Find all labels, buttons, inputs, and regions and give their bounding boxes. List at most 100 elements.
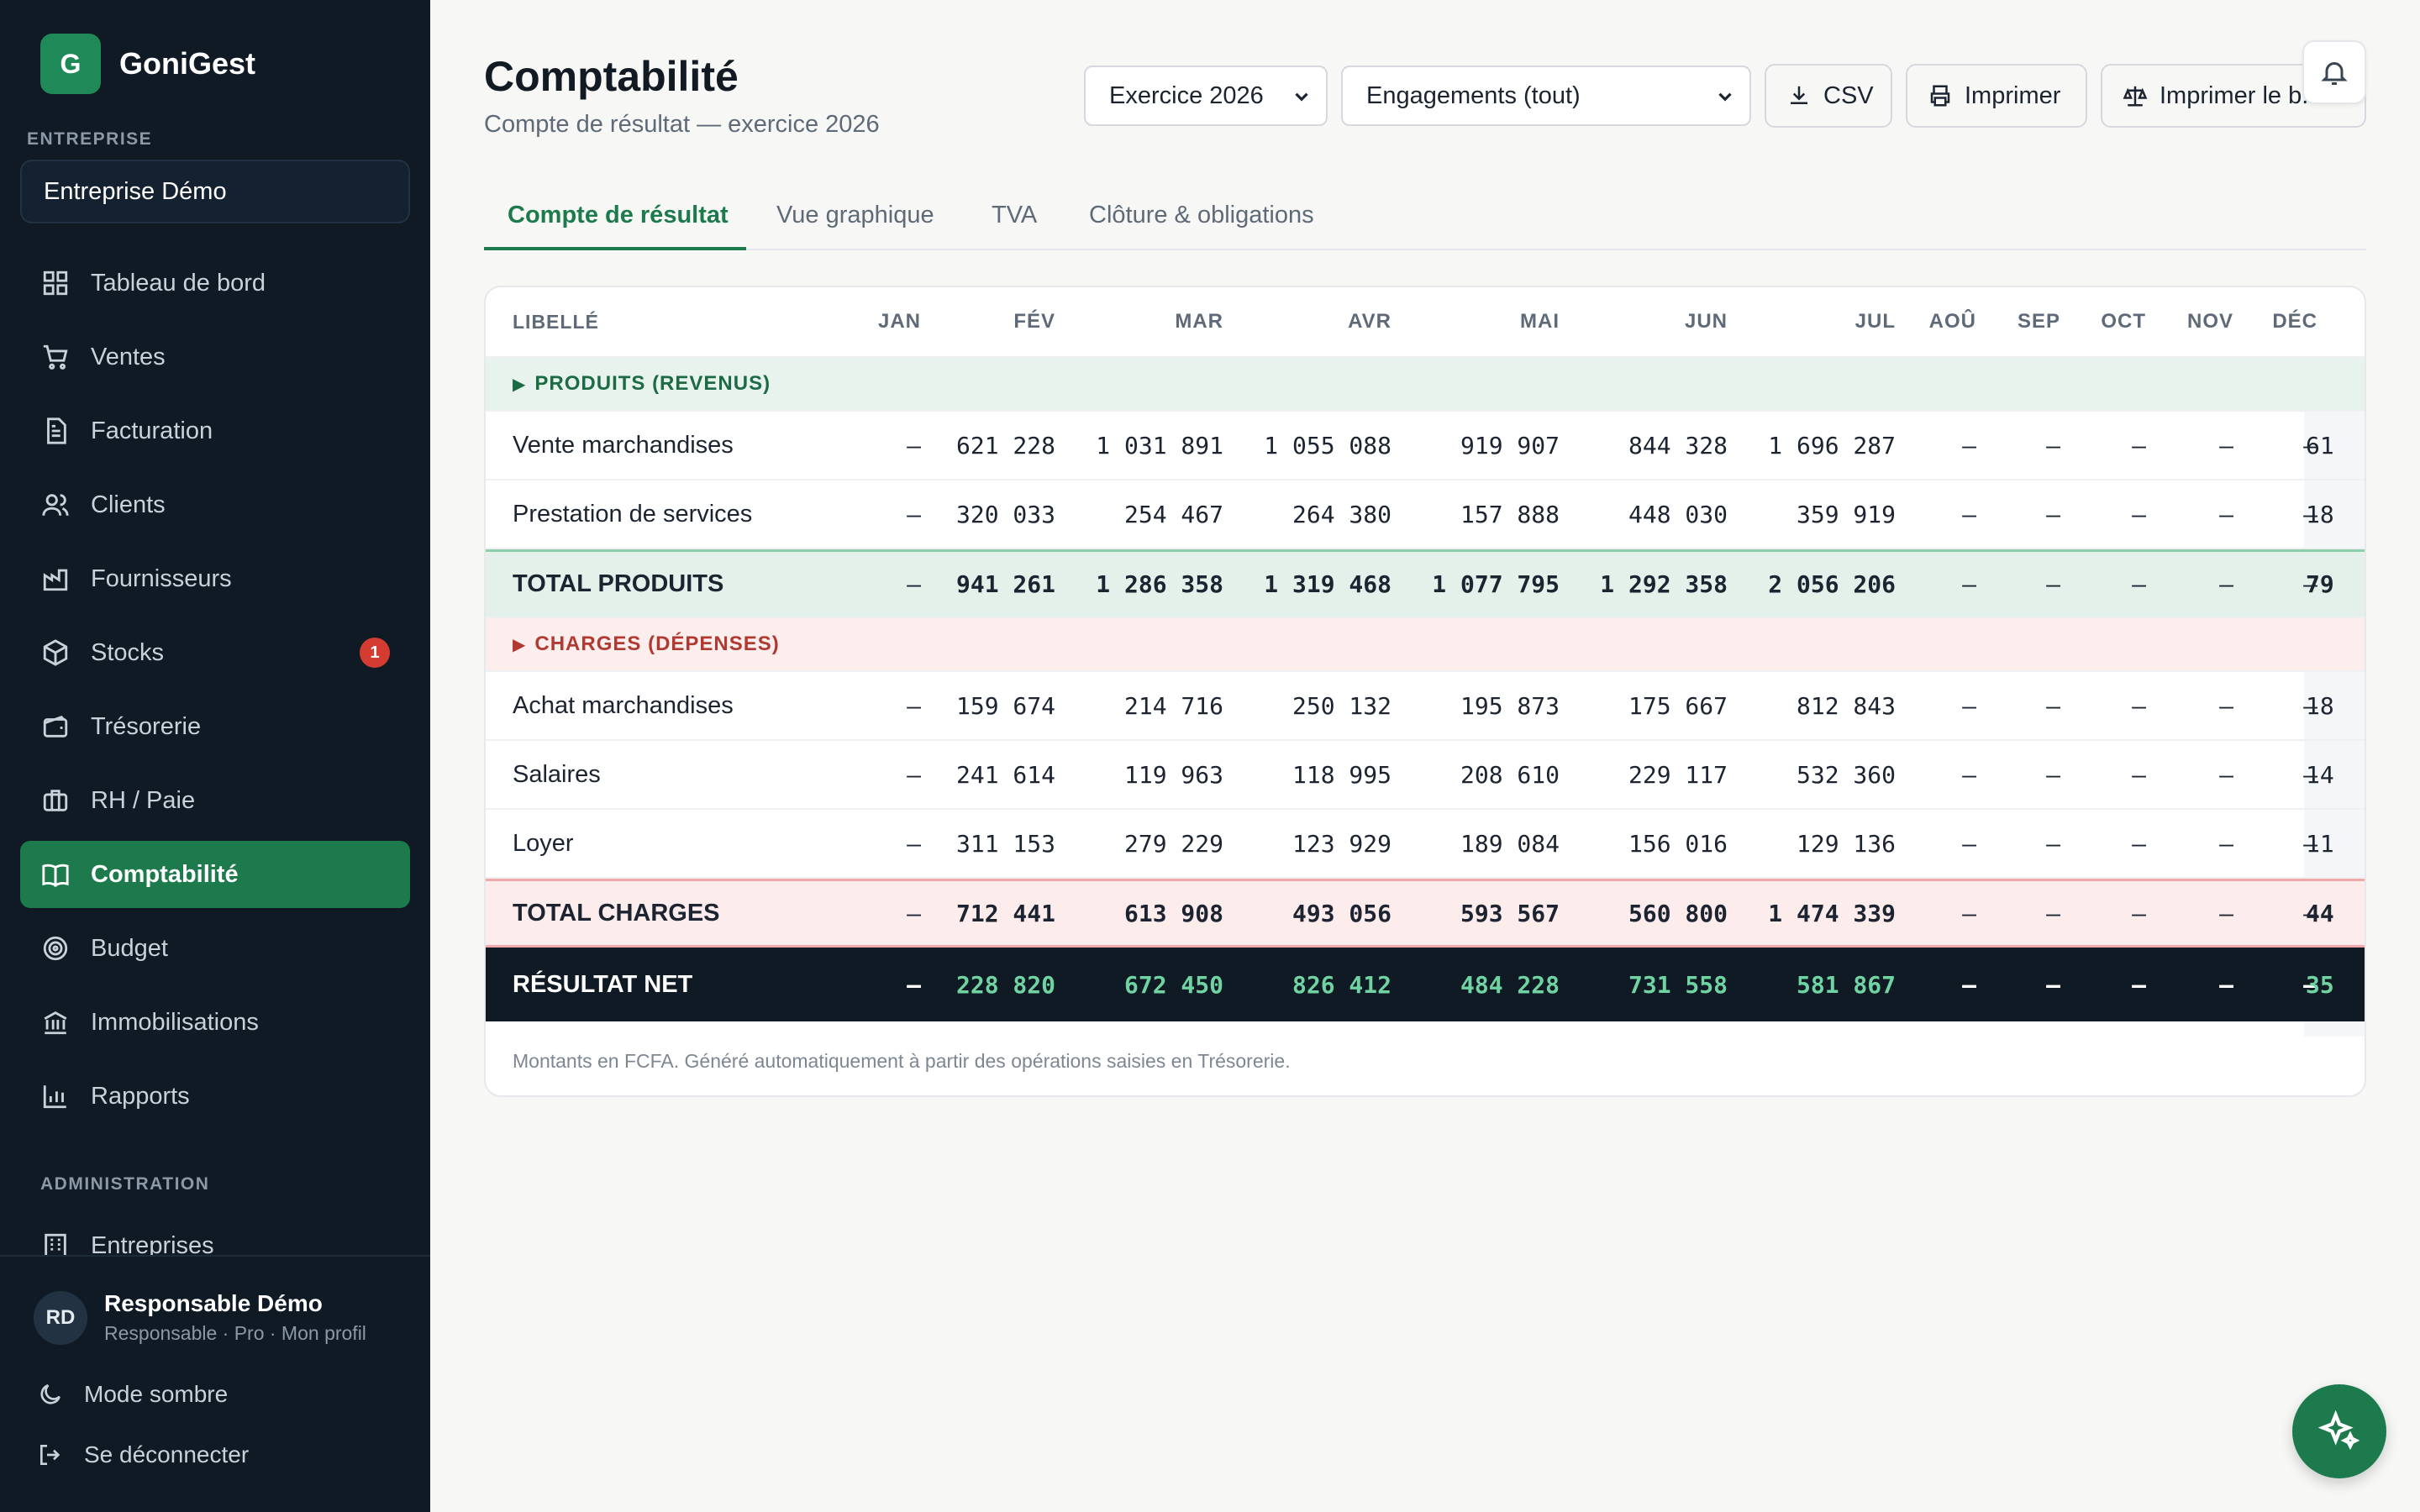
sidebar-item-label: Facturation [91, 417, 213, 444]
cell-aou: — [1962, 829, 1976, 858]
cell-aou: — [1962, 899, 1976, 927]
section-produits[interactable]: ▶ PRODUITS (REVENUS) [486, 358, 2365, 412]
cell-overflow: 44 [2306, 899, 2334, 927]
cell-aou: — [1962, 691, 1976, 720]
engagement-select[interactable]: Engagements (tout) [1341, 66, 1751, 126]
cell-nov: — [2219, 760, 2233, 789]
sidebar-item-clients[interactable]: Clients [20, 471, 410, 538]
cell-oct: — [2132, 691, 2146, 720]
column-header-jul: JUL [1854, 310, 1896, 333]
sidebar-item-facturation[interactable]: Facturation [20, 397, 410, 465]
cell-mar: 613 908 [1123, 899, 1223, 927]
cell-aou: — [1962, 500, 1976, 528]
sidebar-item-rh-paie[interactable]: RH / Paie [20, 767, 410, 834]
cell-jan: — [907, 500, 921, 528]
sidebar-item-stocks[interactable]: Stocks 1 [20, 619, 410, 686]
cell-jul: 2 056 206 [1768, 570, 1896, 598]
sidebar-item-budget[interactable]: Budget [20, 915, 410, 982]
cell-nov: — [2219, 691, 2233, 720]
cell-fev: 941 261 [955, 570, 1055, 598]
column-header-mar: MAR [1175, 310, 1223, 333]
row-label: Salaires [513, 760, 601, 788]
print-label: Imprimer [1965, 81, 2061, 109]
scale-icon [2123, 86, 2148, 107]
notifications-button[interactable] [2302, 40, 2366, 104]
cell-overflow: 11 [2306, 829, 2334, 858]
cell-nov: — [2219, 829, 2233, 858]
cell-overflow: 79 [2306, 570, 2334, 598]
sidebar-item-label: Fournisseurs [91, 564, 232, 592]
csv-label: CSV [1823, 81, 1874, 109]
box-icon [40, 638, 71, 668]
column-header-nov: NOV [2186, 310, 2233, 333]
sidebar-item-ventes[interactable]: Ventes [20, 323, 410, 391]
stocks-alert-badge: 1 [360, 638, 390, 668]
cell-fev: 320 033 [955, 500, 1055, 528]
user-profile[interactable]: RD Responsable Démo Responsable · Pro · … [34, 1290, 366, 1345]
print-button[interactable]: Imprimer [1906, 64, 2087, 128]
admin-section-label: ADMINISTRATION [40, 1174, 210, 1194]
cell-mar: 254 467 [1123, 500, 1223, 528]
print-balance-label: Imprimer le b... [2160, 81, 2323, 109]
table-row: Prestation de services — 320 033 254 467 264… [486, 480, 2365, 549]
cell-jun: 1 292 358 [1600, 570, 1728, 598]
export-csv-button[interactable]: CSV [1765, 64, 1892, 128]
sidebar: G GoniGest ENTREPRISE Entreprise Démo Ta… [0, 0, 430, 1512]
fiscal-year-value: Exercice 2026 [1109, 81, 1264, 109]
cell-overflow: 14 [2306, 760, 2334, 789]
sidebar-item-immobilisations[interactable]: Immobilisations [20, 989, 410, 1056]
cell-nov: — [2219, 431, 2233, 459]
sidebar-item-tableau-de-bord[interactable]: Tableau de bord [20, 249, 410, 317]
total-charges-row: TOTAL CHARGES — 712 441 613 908 493 056 593 5… [486, 879, 2365, 948]
cell-oct: — [2132, 829, 2146, 858]
cell-jan: — [907, 829, 921, 858]
column-header-fev: FÉV [1013, 310, 1055, 333]
cell-jul: 1 696 287 [1768, 431, 1896, 459]
row-label: TOTAL CHARGES [513, 899, 720, 927]
cell-jun: 175 667 [1628, 691, 1728, 720]
page-title: Comptabilité [484, 53, 739, 100]
fiscal-year-select[interactable]: Exercice 2026 [1084, 66, 1328, 126]
logout-icon [40, 1445, 60, 1465]
cell-jun: 448 030 [1628, 500, 1728, 528]
tab-vue-graphique[interactable]: Vue graphique [776, 202, 934, 229]
cell-aou: — [1962, 570, 1976, 598]
brand[interactable]: G GoniGest [40, 34, 255, 94]
dashboard-icon [40, 268, 71, 298]
sidebar-item-entreprises[interactable]: Entreprises [20, 1210, 410, 1260]
section-charges[interactable]: ▶ CHARGES (DÉPENSES) [486, 618, 2365, 672]
logout-button[interactable]: Se déconnecter [37, 1441, 249, 1468]
cell-mai: 157 888 [1460, 500, 1560, 528]
cell-avr: 826 412 [1292, 970, 1392, 999]
cell-mai: 195 873 [1460, 691, 1560, 720]
sidebar-item-label: Immobilisations [91, 1008, 259, 1036]
company-selector[interactable]: Entreprise Démo [20, 160, 410, 223]
briefcase-icon [40, 785, 71, 816]
cell-mar: 279 229 [1123, 829, 1223, 858]
sidebar-item-tresorerie[interactable]: Trésorerie [20, 693, 410, 760]
cell-sep: — [2046, 760, 2060, 789]
sidebar-item-label: Budget [91, 934, 168, 962]
sidebar-footer: RD Responsable Démo Responsable · Pro · … [0, 1255, 430, 1512]
ai-assistant-button[interactable] [2292, 1384, 2386, 1478]
factory-icon [40, 564, 71, 594]
column-header-jan: JAN [877, 310, 921, 333]
cell-sep: — [2046, 899, 2060, 927]
cell-jul: 129 136 [1796, 829, 1896, 858]
sidebar-item-comptabilite[interactable]: Comptabilité [20, 841, 410, 908]
tab-compte-de-resultat[interactable]: Compte de résultat [508, 202, 729, 229]
sidebar-item-label: Ventes [91, 343, 166, 370]
cell-avr: 1 055 088 [1264, 431, 1392, 459]
sidebar-nav: Tableau de bord Ventes Facturation Clien… [20, 249, 410, 1137]
bell-icon [2321, 62, 2348, 85]
expand-triangle-icon: ▶ [513, 635, 527, 654]
table-footnote: Montants en FCFA. Généré automatiquement… [513, 1050, 1291, 1072]
sidebar-item-fournisseurs[interactable]: Fournisseurs [20, 545, 410, 612]
column-header-sep: SEP [2017, 310, 2060, 333]
dark-mode-toggle[interactable]: Mode sombre [37, 1381, 228, 1408]
row-label: RÉSULTAT NET [513, 970, 693, 998]
admin-nav: Entreprises [20, 1210, 410, 1260]
tab-tva[interactable]: TVA [992, 202, 1037, 229]
tab-cloture-obligations[interactable]: Clôture & obligations [1089, 202, 1314, 229]
sidebar-item-rapports[interactable]: Rapports [20, 1063, 410, 1130]
